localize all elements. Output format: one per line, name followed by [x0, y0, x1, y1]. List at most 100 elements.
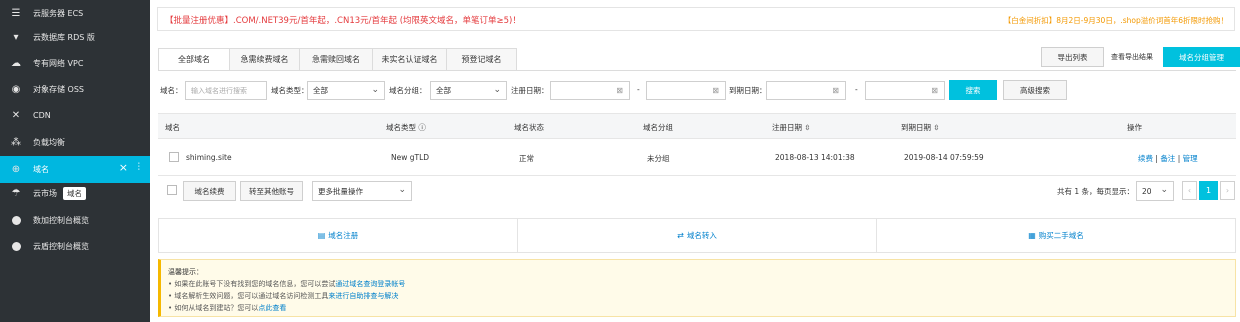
transfer-in-link-label: 域名转入: [686, 231, 717, 240]
sidebar-item-market[interactable]: ☂ 云市场 域名: [0, 180, 150, 206]
promo-text[interactable]: 【批量注册优惠】.COM/.NET39元/首年起，.CN13元/首年起 (均限英…: [165, 14, 521, 26]
next-page-button[interactable]: ›: [1220, 181, 1235, 200]
sort-icon: ⇳: [804, 123, 811, 132]
manage-link[interactable]: 管理: [1183, 154, 1198, 163]
domain-group-select[interactable]: 全部 ⌄: [430, 81, 507, 100]
exp-date-cell: 2019-08-14 07:59:59: [904, 153, 984, 162]
tip-1-link[interactable]: 通过域名查询登录帐号: [335, 280, 405, 288]
advanced-search-button[interactable]: 高级搜索: [1003, 80, 1067, 100]
col-exp-date[interactable]: 到期日期 ⇳: [901, 122, 940, 133]
cart-icon: ▤: [317, 231, 326, 240]
domain-group-cell: 未分组: [647, 154, 670, 163]
group-manage-button[interactable]: 域名分组管理: [1163, 47, 1240, 67]
prev-page-button[interactable]: ‹: [1182, 181, 1197, 200]
chevron-down-icon: ⌄: [371, 85, 379, 95]
globe-icon: ⊕: [11, 164, 21, 175]
tab-preregister[interactable]: 预登记域名: [447, 48, 517, 71]
reg-date-label: 注册日期：: [511, 86, 549, 95]
calendar-icon: ⊠: [712, 86, 719, 95]
reg-date-start-input[interactable]: ⊠: [550, 81, 630, 100]
sidebar-item-slb[interactable]: ⁂ 负载均衡: [0, 129, 150, 155]
note-link[interactable]: 备注: [1160, 154, 1175, 163]
sidebar-item-ecs[interactable]: ☰ 云服务器 ECS: [0, 0, 150, 26]
domain-type-cell: New gTLD: [391, 153, 430, 162]
tooltip: 域名: [63, 186, 86, 200]
promo-banner: 【批量注册优惠】.COM/.NET39元/首年起，.CN13元/首年起 (均限英…: [157, 7, 1235, 31]
sidebar-item-label: CDN: [33, 110, 51, 120]
col-reg-date[interactable]: 注册日期 ⇳: [772, 122, 811, 133]
search-button[interactable]: 搜索: [949, 80, 997, 100]
row-checkbox[interactable]: [169, 152, 179, 162]
sidebar-item-dataplus[interactable]: 数加控制台概览: [0, 207, 150, 233]
batch-transfer-button[interactable]: 转至其他账号: [240, 181, 303, 201]
domain-label: 域名：: [160, 86, 183, 95]
tab-all-domains[interactable]: 全部域名: [158, 48, 230, 71]
quick-links: ▤ 域名注册 ⇄ 域名转入 ▦ 购买二手域名: [158, 218, 1236, 253]
select-all-checkbox[interactable]: [167, 185, 177, 195]
sidebar-item-oss[interactable]: ◉ 对象存储 OSS: [0, 76, 150, 102]
buy-second-hand-link[interactable]: ▦ 购买二手域名: [877, 219, 1235, 252]
sidebar-item-label: 云数据库 RDS 版: [33, 32, 95, 42]
help-icon[interactable]: ⓘ: [418, 123, 426, 132]
col-type-label: 域名类型: [386, 123, 416, 132]
exp-date-start-input[interactable]: ⊠: [766, 81, 846, 100]
batch-more-value: 更多批量操作: [318, 186, 363, 196]
exp-date-end-input[interactable]: ⊠: [865, 81, 945, 100]
sidebar-item-security[interactable]: 云盾控制台概览: [0, 233, 150, 259]
page-1-button[interactable]: 1: [1199, 181, 1218, 200]
pin-icon[interactable]: ⫶: [138, 162, 141, 173]
tip-1-text: • 如果在此账号下没有找到您的域名信息，您可以尝试: [168, 280, 336, 288]
batch-more-select[interactable]: 更多批量操作 ⌄: [312, 181, 412, 201]
tab-redeem-urgent[interactable]: 急需赎回域名: [300, 48, 373, 71]
promo-right-text[interactable]: 【白金间折扣】8月2日-9月30日，.shop溢价词首年6折限时抢购！: [1004, 15, 1228, 26]
row-actions: 续费 | 备注 | 管理: [1138, 153, 1198, 164]
domain-status-cell: 正常: [519, 154, 534, 163]
sidebar-item-rds[interactable]: ▾ 云数据库 RDS 版: [0, 24, 150, 50]
chevron-down-icon: ⌄: [398, 185, 406, 195]
buy-second-hand-link-label: 购买二手域名: [1038, 231, 1084, 240]
dot-icon: [9, 239, 23, 253]
view-export-link[interactable]: 查看导出结果: [1111, 52, 1153, 62]
table-row: shiming.site New gTLD 正常 未分组 2018-08-13 …: [158, 140, 1236, 176]
renew-link[interactable]: 续费: [1138, 154, 1153, 163]
domain-link[interactable]: shiming.site: [186, 153, 232, 162]
sidebar: ☰ 云服务器 ECS ▾ 云数据库 RDS 版 ☁ 专有网络 VPC ◉ 对象存…: [0, 0, 150, 322]
col-type: 域名类型 ⓘ: [386, 122, 426, 133]
tips-box: 温馨提示： • 如果在此账号下没有找到您的域名信息，您可以尝试通过域名查询登录帐…: [158, 259, 1236, 317]
close-icon[interactable]: ×: [119, 161, 128, 174]
sidebar-item-label: 数加控制台概览: [33, 215, 89, 225]
sidebar-item-label: 负载均衡: [33, 137, 65, 147]
chevron-down-icon: ⌄: [493, 85, 501, 95]
transfer-in-link[interactable]: ⇄ 域名转入: [518, 219, 877, 252]
sidebar-item-label: 专有网络 VPC: [33, 58, 84, 68]
sidebar-item-label: 云市场: [33, 188, 57, 198]
group-label: 域名分组：: [389, 86, 427, 95]
export-list-button[interactable]: 导出列表: [1041, 47, 1104, 67]
server-icon: ☰: [11, 7, 21, 19]
col-status: 域名状态: [514, 123, 544, 132]
tip-3-link[interactable]: 点此查看: [258, 304, 286, 312]
domain-type-select[interactable]: 全部 ⌄: [307, 81, 385, 100]
tab-unverified[interactable]: 未实名认证域名: [373, 48, 447, 71]
sidebar-item-domain[interactable]: ⊕ 域名 × ⫶: [0, 156, 150, 183]
batch-renew-button[interactable]: 域名续费: [183, 181, 236, 201]
tip-2-link[interactable]: 来进行自助排查与解决: [328, 292, 398, 300]
col-reg-date-label: 注册日期: [772, 123, 802, 132]
tab-renew-urgent[interactable]: 急需续费域名: [230, 48, 300, 71]
action-separator: |: [1155, 154, 1158, 163]
domain-search-input[interactable]: 输入域名进行搜索: [185, 81, 267, 100]
register-link[interactable]: ▤ 域名注册: [159, 219, 518, 252]
sidebar-item-vpc[interactable]: ☁ 专有网络 VPC: [0, 50, 150, 76]
reg-date-cell: 2018-08-13 14:01:38: [775, 153, 855, 162]
type-label: 域名类型：: [271, 86, 309, 95]
page-size-select[interactable]: 20 ⌄: [1136, 181, 1174, 201]
reg-date-end-input[interactable]: ⊠: [646, 81, 726, 100]
date-separator: -: [637, 85, 640, 94]
dot-icon: [9, 213, 23, 227]
calendar-icon: ⊠: [616, 86, 623, 95]
sidebar-item-cdn[interactable]: ✕ CDN: [0, 102, 150, 128]
cross-arrows-icon: ✕: [11, 109, 21, 121]
calendar-icon: ⊠: [832, 86, 839, 95]
calendar-icon: ⊠: [931, 86, 938, 95]
cart-icon: ☂: [11, 187, 21, 199]
